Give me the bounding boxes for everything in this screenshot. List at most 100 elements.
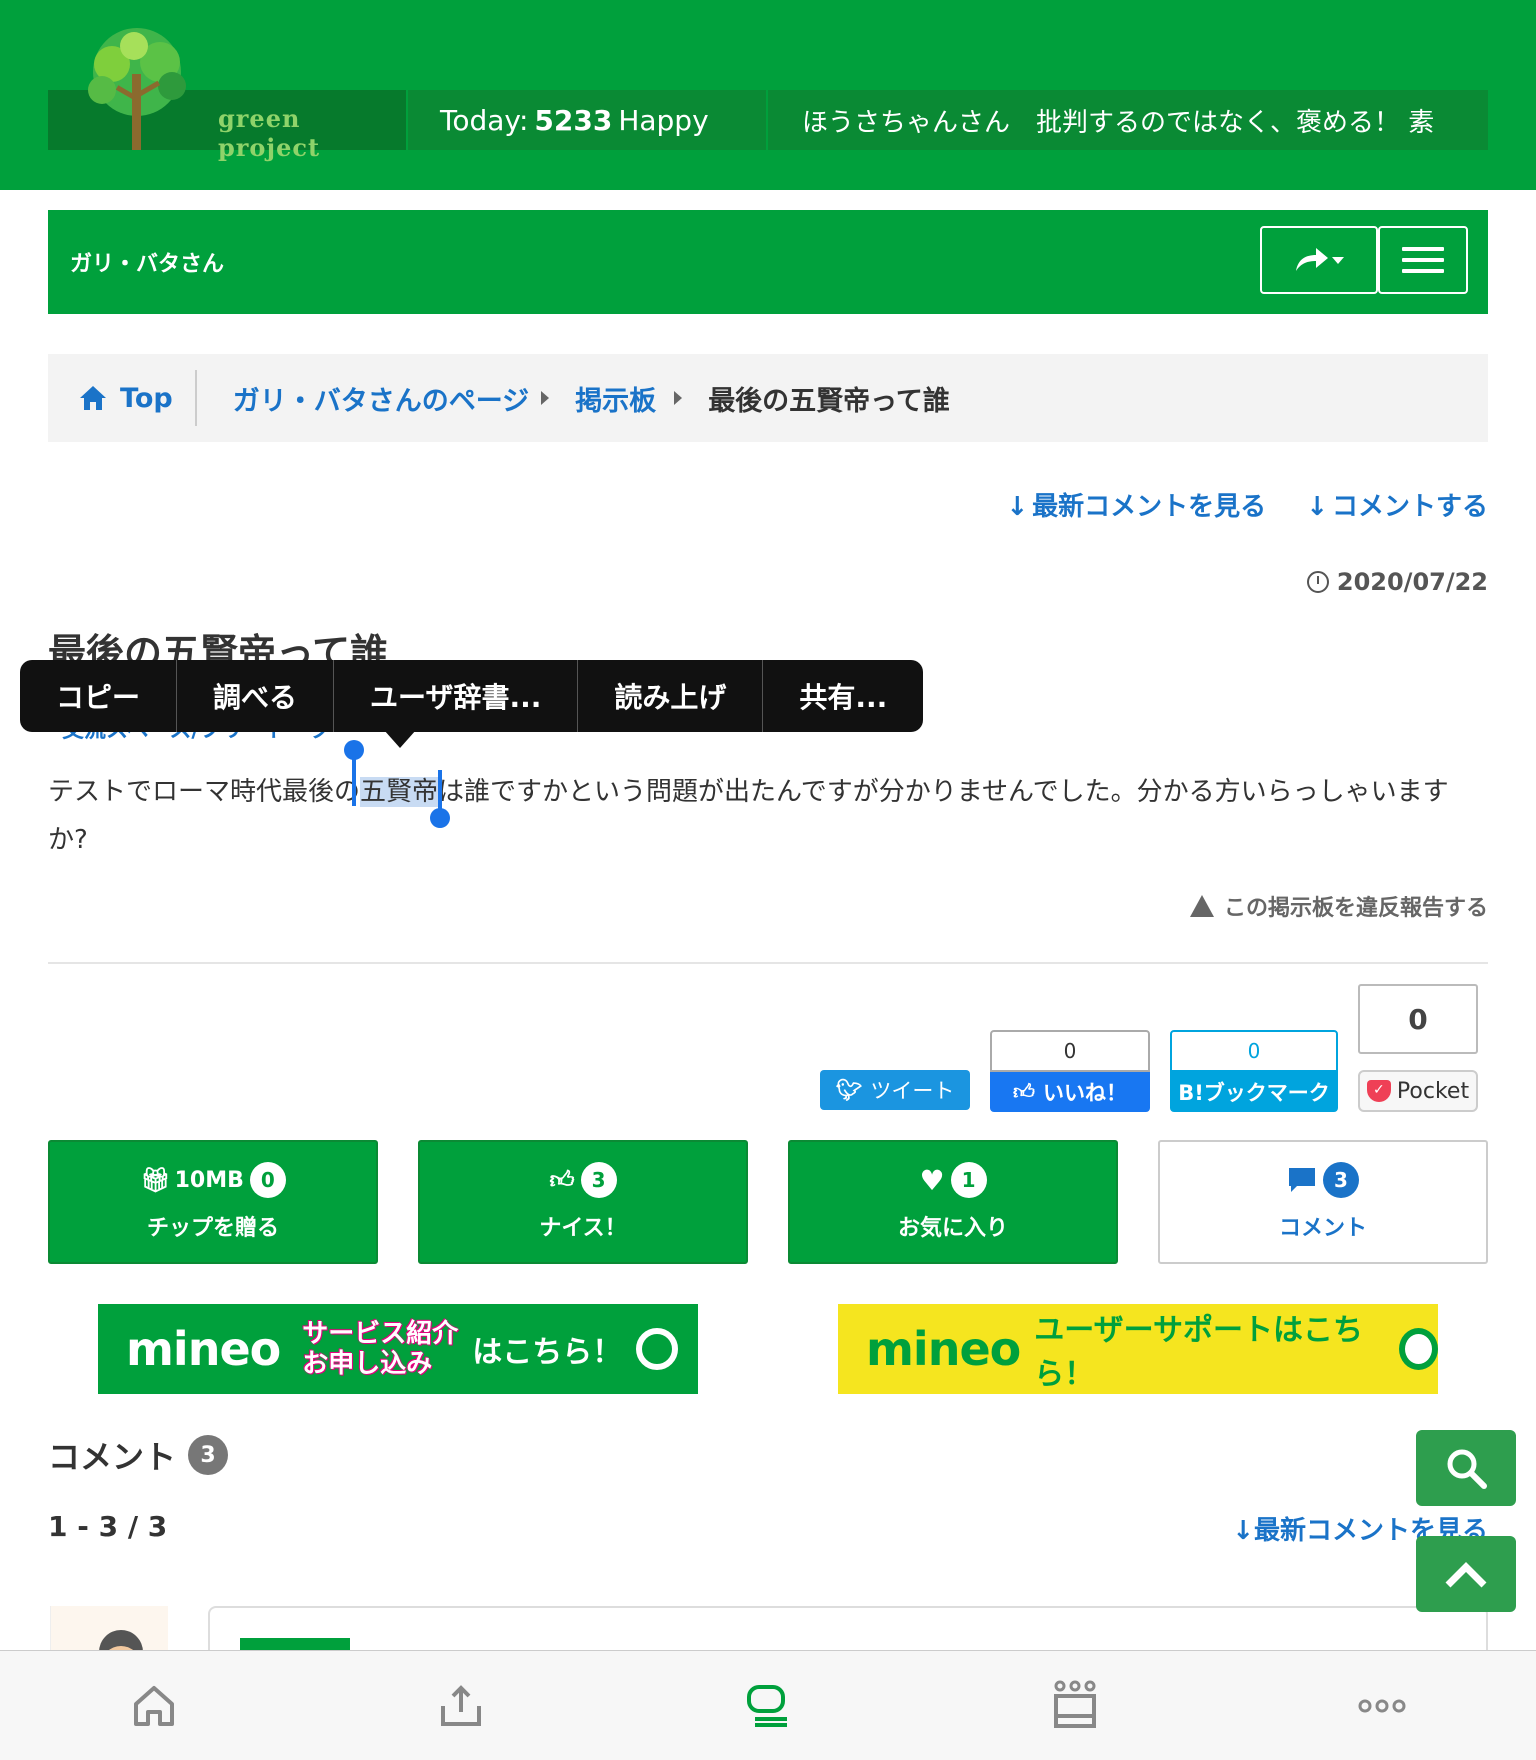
breadcrumb-top-label: Top: [120, 382, 173, 414]
nav-more[interactable]: [1332, 1671, 1432, 1741]
nav-upload[interactable]: [411, 1671, 511, 1741]
menu-copy[interactable]: コピー: [20, 660, 178, 732]
user-bar: ガリ・バタさん: [48, 210, 1488, 314]
banner-promo-text: サービス紹介 お申し込み: [302, 1319, 458, 1379]
breadcrumb: Top ガリ・バタさんのページ 掲示板 最後の五賢帝って誰: [48, 354, 1488, 442]
tweet-button[interactable]: 🐦︎ ツイート: [820, 1070, 970, 1110]
heart-icon: ♥: [919, 1163, 945, 1197]
nice-button[interactable]: 👍︎ 3 ナイス！: [418, 1140, 748, 1264]
post-date-value: 2020/07/22: [1336, 568, 1488, 596]
nav-ranking[interactable]: [1025, 1671, 1125, 1741]
thumbs-up-icon: 👍︎: [549, 1165, 575, 1194]
breadcrumb-user-page[interactable]: ガリ・バタさんのページ: [233, 379, 529, 418]
today-suffix: Happy: [618, 103, 709, 137]
post-date: 2020/07/22: [1306, 568, 1488, 596]
menu-speak[interactable]: 読み上げ: [578, 660, 764, 732]
speech-bubble-icon: [1289, 1168, 1315, 1192]
tip-button[interactable]: 🎁︎ 10MB 0 チップを贈る: [48, 1140, 378, 1264]
comment-label: コメント: [1278, 1216, 1367, 1241]
comments-heading: コメント 3: [48, 1432, 229, 1478]
arrow-down-icon: ↓: [1232, 1516, 1254, 1546]
post-body-text: テストでローマ時代最後の: [48, 777, 361, 807]
breadcrumb-separator-icon: [674, 391, 683, 405]
menu-share[interactable]: 共有...: [763, 660, 923, 732]
facebook-like-button[interactable]: 👍︎ いいね！: [990, 1072, 1150, 1112]
more-dots-icon: [1358, 1699, 1406, 1712]
write-comment-link[interactable]: ↓ コメントする: [1306, 486, 1488, 523]
crown-icon: [1054, 1680, 1097, 1728]
pocket-button[interactable]: ✓ Pocket: [1358, 1070, 1478, 1112]
banner-promo-line-2: お申し込み: [302, 1349, 433, 1379]
pocket-icon: ✓: [1366, 1080, 1391, 1102]
user-name[interactable]: ガリ・バタさん: [70, 246, 224, 278]
comments-count-badge: 3: [188, 1435, 229, 1475]
comment-count-badge: 3: [1323, 1162, 1359, 1198]
banner-support-text: ユーザーサポートはこちら！: [1034, 1313, 1364, 1392]
menu-lookup[interactable]: 調べる: [177, 660, 335, 732]
menu-button[interactable]: [1378, 226, 1468, 294]
report-link[interactable]: この掲示板を違反報告する: [1189, 890, 1488, 922]
comment-button[interactable]: 3 コメント: [1158, 1140, 1488, 1264]
selection-end-handle[interactable]: [430, 770, 450, 828]
divider: [48, 962, 1488, 964]
news-ticker[interactable]: ほうさちゃんさん 批判するのではなく、褒める！ 素: [768, 90, 1488, 150]
logo-text: green project: [218, 104, 321, 162]
today-label: Today:: [440, 103, 529, 137]
mineo-circle-icon: [636, 1328, 679, 1370]
home-icon: [133, 1685, 174, 1726]
breadcrumb-board[interactable]: 掲示板: [575, 379, 656, 418]
post-body: テストでローマ時代最後の五賢帝は誰ですかという問題が出たんですが分かりませんでし…: [48, 768, 1488, 864]
today-count: 5233: [534, 103, 613, 137]
mineo-logo: mineo: [866, 1322, 1021, 1376]
tip-amount: 10MB: [174, 1167, 244, 1193]
mineo-service-banner[interactable]: mineo サービス紹介 お申し込み はこちら！: [98, 1304, 698, 1394]
thumbs-up-icon: 👍︎: [1013, 1080, 1035, 1104]
clock-icon: [1306, 571, 1329, 593]
share-button[interactable]: [1260, 226, 1378, 294]
tray-upload-icon: [440, 1684, 481, 1726]
report-label: この掲示板を違反報告する: [1223, 896, 1488, 921]
breadcrumb-separator-icon: [541, 391, 550, 405]
selection-start-handle[interactable]: [344, 740, 364, 806]
favorite-label: お気に入り: [897, 1216, 1008, 1241]
site-header: green project Today: 5233 Happy ほうさちゃんさん…: [0, 0, 1536, 190]
arrow-down-icon: ↓: [1006, 492, 1029, 522]
nav-home[interactable]: [104, 1671, 204, 1741]
latest-comment-label: 最新コメントを見る: [1032, 492, 1267, 522]
mineo-support-banner[interactable]: mineo ユーザーサポートはこちら！: [838, 1304, 1438, 1394]
share-arrow-icon: [1296, 248, 1344, 271]
search-button[interactable]: [1416, 1430, 1516, 1506]
text-selection-menu: コピー 調べる ユーザ辞書... 読み上げ 共有...: [20, 660, 924, 732]
latest-comment-link[interactable]: ↓ 最新コメントを見る: [1006, 486, 1266, 523]
selected-text[interactable]: 五賢帝: [360, 777, 439, 807]
breadcrumb-top[interactable]: Top: [48, 370, 197, 426]
comments-paging: 1 - 3 / 3: [48, 1510, 168, 1543]
pocket-count: 0: [1358, 984, 1478, 1054]
tree-logo-icon: [88, 28, 186, 150]
chevron-up-icon: [1445, 1562, 1487, 1588]
logo[interactable]: green project: [48, 28, 408, 162]
nice-label: ナイス！: [539, 1216, 627, 1241]
comments-heading-label: コメント: [48, 1438, 177, 1476]
scroll-top-button[interactable]: [1416, 1536, 1516, 1612]
favorite-button[interactable]: ♥ 1 お気に入り: [788, 1140, 1118, 1264]
facebook-like-label: いいね！: [1042, 1081, 1127, 1105]
hatena-bookmark-count: 0: [1170, 1030, 1338, 1072]
chat-bubble-icon: [746, 1684, 787, 1727]
header-bar: green project Today: 5233 Happy ほうさちゃんさん…: [48, 28, 1488, 162]
hatena-bookmark-button[interactable]: B!ブックマーク: [1170, 1072, 1338, 1112]
mineo-logo: mineo: [126, 1322, 281, 1376]
mineo-circle-icon: [1398, 1328, 1438, 1370]
pocket-label: Pocket: [1396, 1078, 1470, 1104]
write-comment-label: コメントする: [1331, 492, 1488, 522]
nav-community[interactable]: [718, 1671, 818, 1741]
breadcrumb-current: 最後の五賢帝って誰: [708, 385, 950, 417]
facebook-like: 0 👍︎ いいね！: [990, 1030, 1150, 1112]
home-icon: [80, 386, 106, 410]
hamburger-icon: [1402, 240, 1444, 280]
tweet-label: ツイート: [870, 1079, 955, 1103]
menu-user-dictionary[interactable]: ユーザ辞書...: [334, 660, 579, 732]
nice-count-badge: 3: [580, 1162, 617, 1198]
warning-icon: [1189, 895, 1214, 917]
facebook-like-count: 0: [990, 1030, 1150, 1072]
